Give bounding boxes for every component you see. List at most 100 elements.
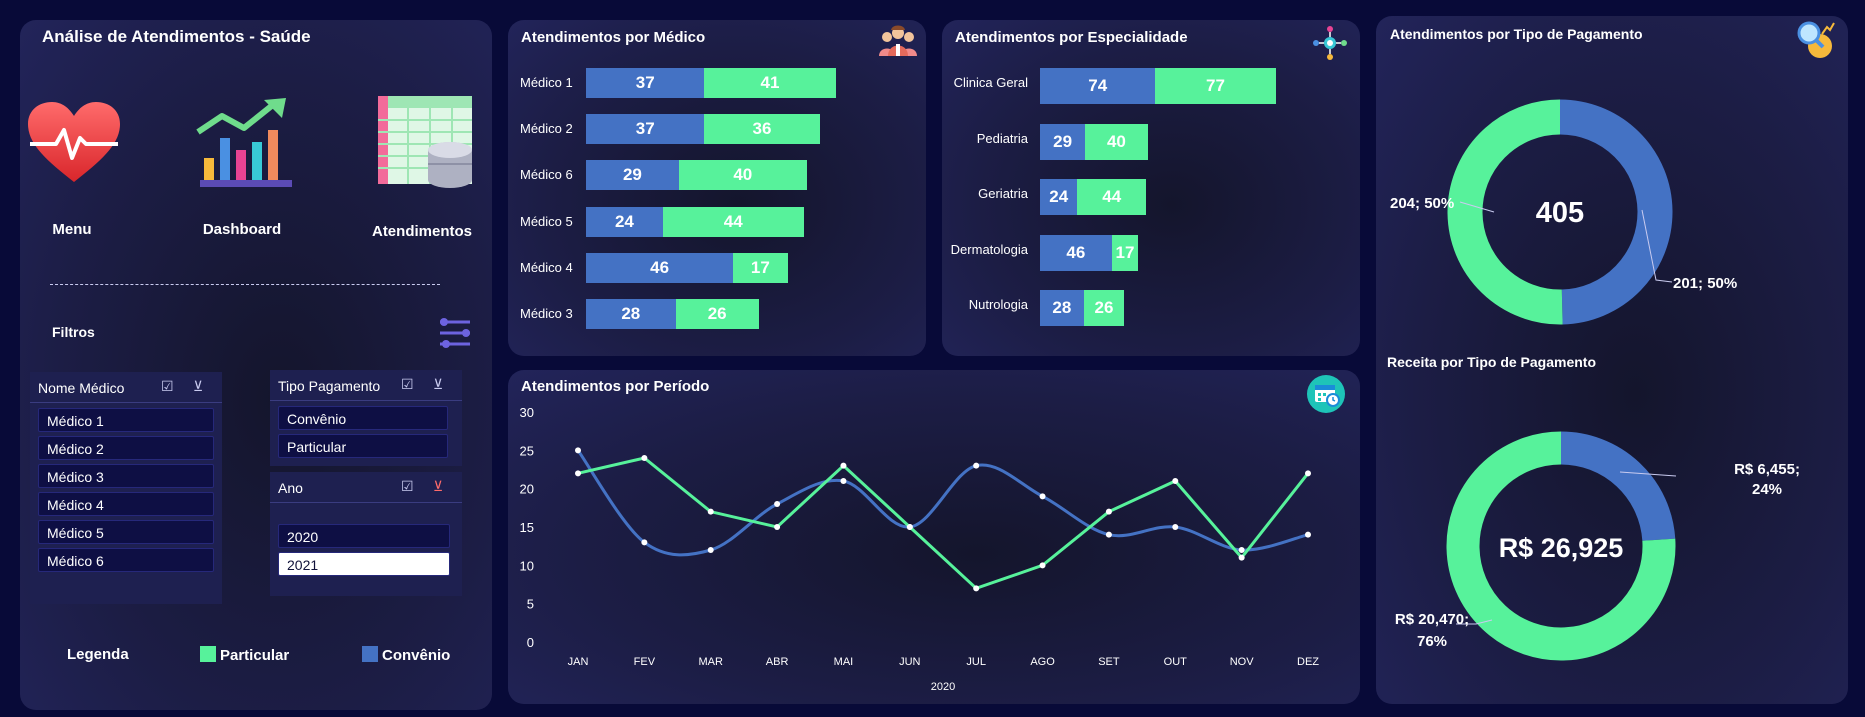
line-point[interactable] (707, 547, 714, 553)
slicer-medico-title: Nome Médico (38, 380, 125, 396)
line-particular[interactable] (577, 456, 1310, 591)
line-point[interactable] (707, 508, 714, 515)
line-point[interactable] (1172, 524, 1179, 530)
bar-convenio[interactable]: 28 (586, 299, 676, 329)
bar-particular[interactable]: 40 (1085, 123, 1148, 160)
line-point[interactable] (641, 539, 648, 546)
line-point[interactable] (840, 478, 847, 484)
bar-category-label: Nutrologia (968, 297, 1028, 312)
donut-slice-convenio[interactable] (1560, 431, 1676, 542)
y-tick-label: 15 (520, 520, 534, 535)
donut-label-convenio-value: R$ 6,455; (1734, 461, 1800, 478)
bar-convenio[interactable]: 74 (1040, 68, 1156, 104)
line-point[interactable] (1105, 531, 1112, 538)
slicer-item-convenio[interactable]: Convênio (278, 406, 448, 430)
nav-menu-label[interactable]: Menu (2, 221, 142, 238)
slicer-ano-title: Ano (278, 480, 303, 496)
bar-convenio[interactable]: 46 (586, 252, 734, 283)
slicer-item-medico-5[interactable]: Médico 5 (38, 520, 214, 544)
line-point[interactable] (1305, 470, 1311, 477)
clear-filter-icon[interactable]: ⊻ (193, 378, 203, 395)
bar-particular[interactable]: 41 (704, 68, 836, 98)
bar-convenio[interactable]: 29 (1040, 123, 1086, 160)
spreadsheet-database-icon[interactable] (376, 92, 476, 197)
slicer-nome-medico: Nome Médico ☑ ⊻ Médico 1 Médico 2 Médico… (30, 372, 222, 604)
slicer-item-medico-3[interactable]: Médico 3 (38, 464, 214, 488)
bar-particular[interactable]: 17 (1111, 234, 1139, 271)
bar-particular[interactable]: 36 (704, 114, 820, 145)
menu-panel: Análise de Atendimentos - Saúde Menu Das… (20, 20, 492, 710)
multi-select-icon[interactable]: ☑ (161, 378, 174, 395)
slicer-pagamento-title: Tipo Pagamento (278, 378, 381, 394)
multi-select-icon[interactable]: ☑ (401, 478, 414, 495)
divider (50, 284, 440, 285)
bar-convenio[interactable]: 28 (1040, 290, 1084, 326)
bar-convenio[interactable]: 24 (1040, 179, 1078, 215)
line-point[interactable] (774, 524, 781, 530)
line-convenio[interactable] (576, 449, 1309, 557)
line-point[interactable] (1238, 554, 1245, 561)
bar-particular[interactable]: 40 (678, 160, 807, 191)
bar-category-label: Dermatologia (950, 241, 1028, 257)
nav-atendimentos-label[interactable]: Atendimentos (352, 223, 492, 240)
x-tick-label: JAN (568, 656, 589, 668)
bar-particular[interactable]: 44 (662, 206, 804, 237)
multi-select-icon[interactable]: ☑ (401, 376, 414, 393)
x-tick-label: SET (1098, 656, 1120, 668)
slicer-item-medico-1[interactable]: Médico 1 (38, 408, 214, 432)
y-tick-label: 25 (520, 443, 534, 458)
x-tick-label: MAR (699, 656, 724, 668)
legend-title: Legenda (67, 646, 129, 663)
bar-particular[interactable]: 26 (1083, 290, 1125, 326)
nav-dashboard-label[interactable]: Dashboard (172, 221, 312, 238)
bar-particular[interactable]: 17 (733, 252, 788, 283)
line-point[interactable] (575, 447, 581, 454)
slicer-item-2021[interactable]: 2021 (278, 552, 450, 576)
slicer-item-particular[interactable]: Particular (278, 434, 448, 458)
line-point[interactable] (1238, 547, 1245, 553)
line-point[interactable] (1105, 508, 1112, 515)
particular-swatch (200, 646, 216, 662)
periodo-line-chart: 0 5 10 15 20 25 30 JAN FEV MAR ABR MAI JUN JUL AGO SET O… (520, 405, 1320, 693)
clear-filter-icon[interactable]: ⊻ (433, 478, 443, 495)
x-tick-label: AGO (1030, 656, 1055, 668)
especialidade-chart-title: Atendimentos por Especialidade (955, 29, 1188, 46)
line-point[interactable] (973, 462, 980, 469)
line-point[interactable] (973, 585, 980, 592)
slicer-tipo-pagamento: Tipo Pagamento ☑ ⊻ Convênio Particular (270, 370, 462, 466)
bar-particular[interactable]: 77 (1155, 68, 1276, 104)
bar-convenio[interactable]: 29 (586, 160, 679, 191)
x-axis-label: 2020 (931, 681, 955, 693)
line-point[interactable] (774, 501, 781, 507)
slicer-item-medico-2[interactable]: Médico 2 (38, 436, 214, 460)
heart-pulse-icon[interactable] (26, 100, 122, 189)
bar-category-label: Clinica Geral (953, 75, 1028, 90)
clear-filter-icon[interactable]: ⊻ (433, 376, 443, 393)
slicer-item-2020[interactable]: 2020 (278, 524, 450, 548)
line-point[interactable] (641, 455, 648, 461)
specialty-target-icon (1310, 24, 1350, 67)
bar-convenio[interactable]: 37 (586, 114, 705, 145)
line-point[interactable] (1172, 478, 1179, 484)
bar-convenio[interactable]: 37 (586, 68, 705, 98)
x-tick-label: OUT (1164, 656, 1188, 668)
slicer-ano: Ano ☑ ⊻ 2020 2021 (270, 472, 462, 596)
line-point[interactable] (1039, 562, 1046, 569)
y-tick-label: 10 (520, 558, 534, 573)
bar-convenio[interactable]: 24 (586, 206, 663, 237)
slicer-item-medico-6[interactable]: Médico 6 (38, 548, 214, 572)
growth-chart-icon[interactable] (194, 96, 294, 197)
slicer-item-medico-4[interactable]: Médico 4 (38, 492, 214, 516)
line-point[interactable] (1305, 531, 1311, 538)
x-tick-label: DEZ (1297, 656, 1319, 668)
donut-label-convenio-pct: 24% (1752, 481, 1782, 498)
filter-settings-icon[interactable] (438, 316, 472, 355)
bar-category-label: Pediatria (976, 130, 1028, 146)
bar-particular[interactable]: 44 (1077, 179, 1147, 215)
line-point[interactable] (1039, 493, 1046, 500)
line-point[interactable] (840, 462, 847, 469)
line-point[interactable] (575, 470, 581, 477)
bar-particular[interactable]: 26 (675, 299, 759, 329)
line-point[interactable] (906, 524, 913, 530)
bar-convenio[interactable]: 46 (1040, 234, 1112, 271)
